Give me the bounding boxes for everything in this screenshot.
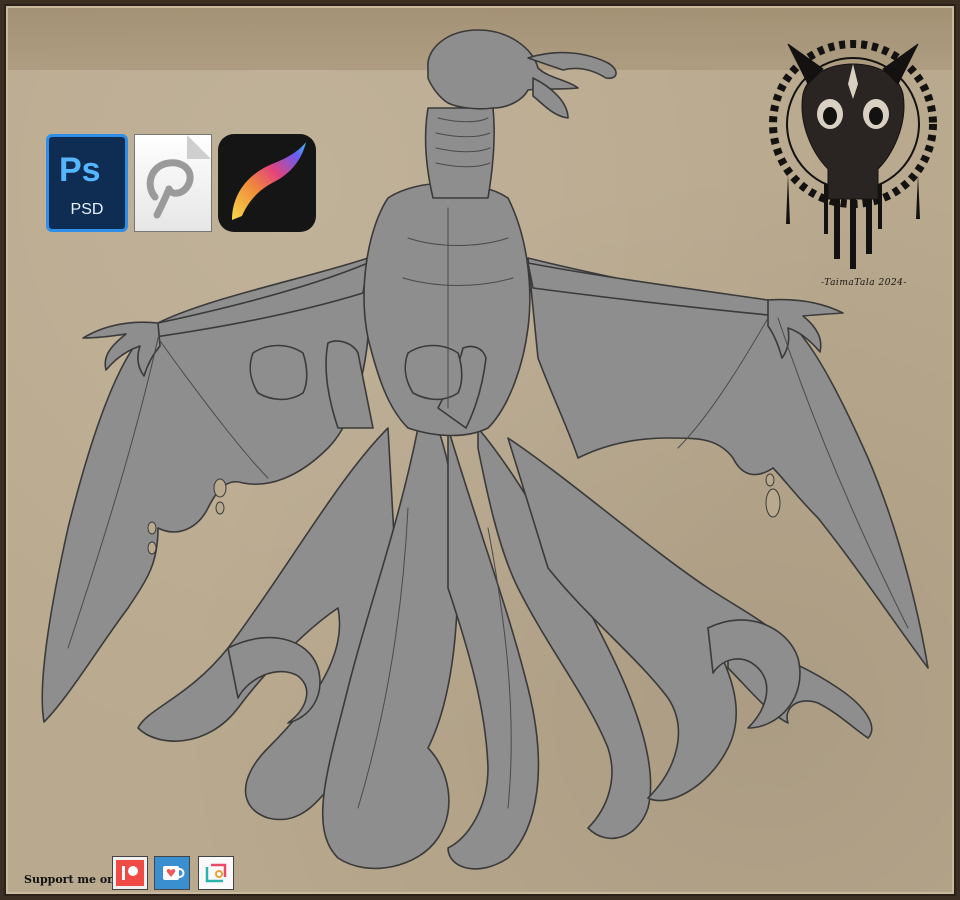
patreon-button[interactable] (112, 856, 148, 890)
clip-studio-icon (134, 134, 212, 232)
artist-signature: -TaimaTala 2024- (821, 278, 907, 288)
left-hand (249, 344, 308, 401)
kofi-icon (163, 866, 185, 880)
patreon-icon (116, 860, 144, 886)
base-canvas: Ps PSD -TaimaTala 2024- Support me on: (4, 4, 956, 896)
base-frame: Ps PSD -TaimaTala 2024- Support me on: (0, 0, 960, 900)
support-label: Support me on: (24, 873, 120, 886)
vgen-button[interactable] (198, 856, 234, 890)
procreate-glyph (232, 142, 306, 220)
skull-emblem-icon (769, 40, 937, 269)
tentacle-left-curl (227, 636, 321, 724)
kofi-button[interactable] (154, 856, 190, 890)
photoshop-letters: Ps (59, 151, 101, 189)
vgen-icon (205, 863, 227, 883)
procreate-icon (218, 134, 316, 232)
clip-studio-glyph (146, 135, 211, 219)
right-hand (404, 344, 463, 401)
psd-extension-label: PSD (70, 201, 104, 218)
photoshop-icon: Ps PSD (46, 134, 128, 232)
